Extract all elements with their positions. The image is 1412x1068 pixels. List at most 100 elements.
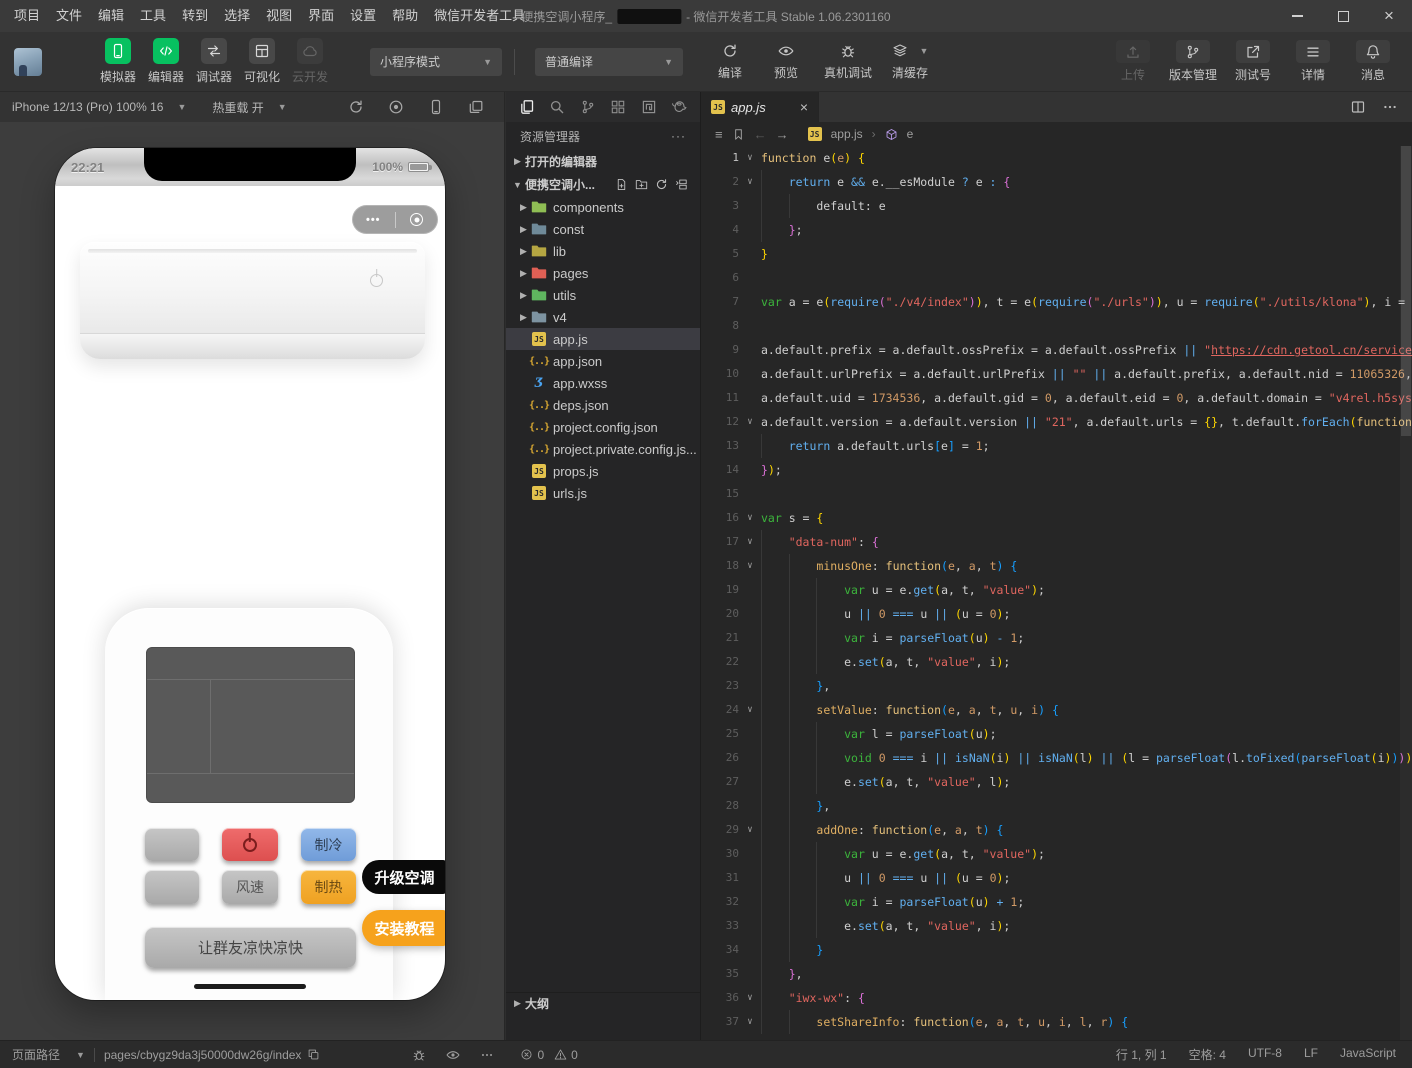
code-line-12[interactable]: 12∨a.default.version = a.default.version… [701,410,1412,434]
fold-icon[interactable]: ∨ [739,170,761,194]
maximize-button[interactable] [1320,0,1366,32]
menu-item-文件[interactable]: 文件 [48,0,90,32]
code-line-5[interactable]: 5} [701,242,1412,266]
tree-folder-v4[interactable]: ▶v4 [506,306,700,328]
phone-icon[interactable] [428,99,444,115]
code-line-20[interactable]: 20 u || 0 === u || (u = 0); [701,602,1412,626]
code-line-30[interactable]: 30 var u = e.get(a, t, "value"); [701,842,1412,866]
tree-file-app.js[interactable]: JSapp.js [506,328,700,350]
action-button-编译[interactable]: 编译 [705,43,755,81]
code-line-11[interactable]: 11a.default.uid = 1734536, a.default.gid… [701,386,1412,410]
bookmark-icon[interactable] [732,128,745,141]
toolbar-button-编辑器[interactable]: 编辑器 [142,38,190,85]
upgrade-ac-button[interactable]: 升级空调 [362,860,445,894]
menu-item-编辑[interactable]: 编辑 [90,0,132,32]
code-line-36[interactable]: 36∨ "iwx-wx": { [701,986,1412,1010]
menu-item-帮助[interactable]: 帮助 [384,0,426,32]
code-line-27[interactable]: 27 e.set(a, t, "value", l); [701,770,1412,794]
tree-folder-pages[interactable]: ▶pages [506,262,700,284]
dropdown-普通编译[interactable]: 普通编译▼ [535,48,683,76]
share-button[interactable]: 让群友凉快凉快 [145,927,356,968]
code-line-18[interactable]: 18∨ minusOne: function(e, a, t) { [701,554,1412,578]
code-line-17[interactable]: 17∨ "data-num": { [701,530,1412,554]
tree-file-props.js[interactable]: JSprops.js [506,460,700,482]
menu-item-视图[interactable]: 视图 [258,0,300,32]
page-path-selector[interactable]: 页面路径 ▼ [12,1046,85,1063]
toolbar-button-可视化[interactable]: 可视化 [238,38,286,85]
menu-item-工具[interactable]: 工具 [132,0,174,32]
code-line-19[interactable]: 19 var u = e.get(a, t, "value"); [701,578,1412,602]
code-line-22[interactable]: 22 e.set(a, t, "value", i); [701,650,1412,674]
tree-file-deps.json[interactable]: {..}deps.json [506,394,700,416]
scrollbar-thumb[interactable] [1401,146,1411,436]
code-line-37[interactable]: 37∨ setShareInfo: function(e, a, t, u, i… [701,1010,1412,1034]
code-line-6[interactable]: 6 [701,266,1412,290]
new-folder-icon[interactable] [635,178,648,191]
device-selector[interactable]: iPhone 12/13 (Pro) 100% 16 [12,100,163,114]
code-line-4[interactable]: 4 }; [701,218,1412,242]
code-line-28[interactable]: 28 }, [701,794,1412,818]
code-line-24[interactable]: 24∨ setValue: function(e, a, t, u, i) { [701,698,1412,722]
tree-file-project.config.json[interactable]: {..}project.config.json [506,416,700,438]
code-line-26[interactable]: 26 void 0 === i || isNaN(i) || isNaN(l) … [701,746,1412,770]
fold-icon[interactable]: ∨ [739,986,761,1010]
fold-icon[interactable]: ∨ [739,1010,761,1034]
tree-file-app.wxss[interactable]: Ʒapp.wxss [506,372,700,394]
menu-item-转到[interactable]: 转到 [174,0,216,32]
action-button-清缓存[interactable]: ▼清缓存 [885,43,935,81]
section-open-editors[interactable]: ▶ 打开的编辑器 [506,150,700,173]
code-line-15[interactable]: 15 [701,482,1412,506]
tree-file-app.json[interactable]: {..}app.json [506,350,700,372]
fold-icon[interactable]: ∨ [739,506,761,530]
tree-file-urls.js[interactable]: JSurls.js [506,482,700,504]
status-item[interactable]: UTF-8 [1248,1046,1282,1063]
more-icon[interactable]: ••• [352,214,395,226]
menu-item-选择[interactable]: 选择 [216,0,258,32]
code-line-23[interactable]: 23 }, [701,674,1412,698]
close-button[interactable]: × [1366,0,1412,32]
code-line-31[interactable]: 31 u || 0 === u || (u = 0); [701,866,1412,890]
menu-item-项目[interactable]: 项目 [6,0,48,32]
tree-folder-lib[interactable]: ▶lib [506,240,700,262]
menu-item-界面[interactable]: 界面 [300,0,342,32]
wechat-capsule-button[interactable]: ••• [352,205,438,234]
close-tab-icon[interactable]: × [800,99,808,115]
fold-icon[interactable]: ∨ [739,818,761,842]
status-item[interactable]: 行 1, 列 1 [1116,1046,1167,1063]
outline-list-icon[interactable]: ≡ [715,127,723,142]
toolbar-button-模拟器[interactable]: 模拟器 [94,38,142,85]
remote-blank-button-1[interactable] [145,828,199,861]
toolbar-button-详情[interactable]: 详情 [1288,40,1338,83]
editor-scrollbar[interactable] [1400,146,1412,1040]
tree-folder-const[interactable]: ▶const [506,218,700,240]
windows-icon[interactable] [468,99,484,115]
code-line-9[interactable]: 9a.default.prefix = a.default.ossPrefix … [701,338,1412,362]
cool-button[interactable]: 制冷 [301,828,356,861]
code-line-14[interactable]: 14}); [701,458,1412,482]
code-line-7[interactable]: 7var a = e(require("./v4/index")), t = e… [701,290,1412,314]
heat-button[interactable]: 制热 [301,870,356,904]
new-file-icon[interactable] [615,178,628,191]
eye-icon[interactable] [446,1048,460,1062]
dropdown-小程序模式[interactable]: 小程序模式▼ [370,48,502,76]
code-line-2[interactable]: 2∨ return e && e.__esModule ? e : { [701,170,1412,194]
toolbar-button-云开发[interactable]: 云开发 [286,38,334,85]
avatar[interactable] [14,48,42,76]
refresh-icon[interactable] [655,178,668,191]
code-line-16[interactable]: 16∨var s = { [701,506,1412,530]
menu-item-微信开发者工具[interactable]: 微信开发者工具 [426,0,533,32]
fan-speed-button[interactable]: 风速 [222,870,278,904]
split-editor-icon[interactable] [1350,99,1366,115]
fold-icon[interactable]: ∨ [739,410,761,434]
collapse-icon[interactable] [675,178,688,191]
status-item[interactable]: JavaScript [1340,1046,1396,1063]
remote-blank-button-2[interactable] [145,870,199,904]
hot-reload-toggle[interactable]: 热重载 开 [212,99,263,116]
breadcrumb-symbol[interactable]: e [907,127,914,141]
toolbar-button-版本管理[interactable]: 版本管理 [1168,40,1218,83]
code-line-13[interactable]: 13 return a.default.urls[e] = 1; [701,434,1412,458]
fold-icon[interactable]: ∨ [739,530,761,554]
outline-section[interactable]: ▶ 大纲 [506,992,700,1014]
tab-app-js[interactable]: JS app.js × [701,92,819,122]
code-line-21[interactable]: 21 var i = parseFloat(u) - 1; [701,626,1412,650]
